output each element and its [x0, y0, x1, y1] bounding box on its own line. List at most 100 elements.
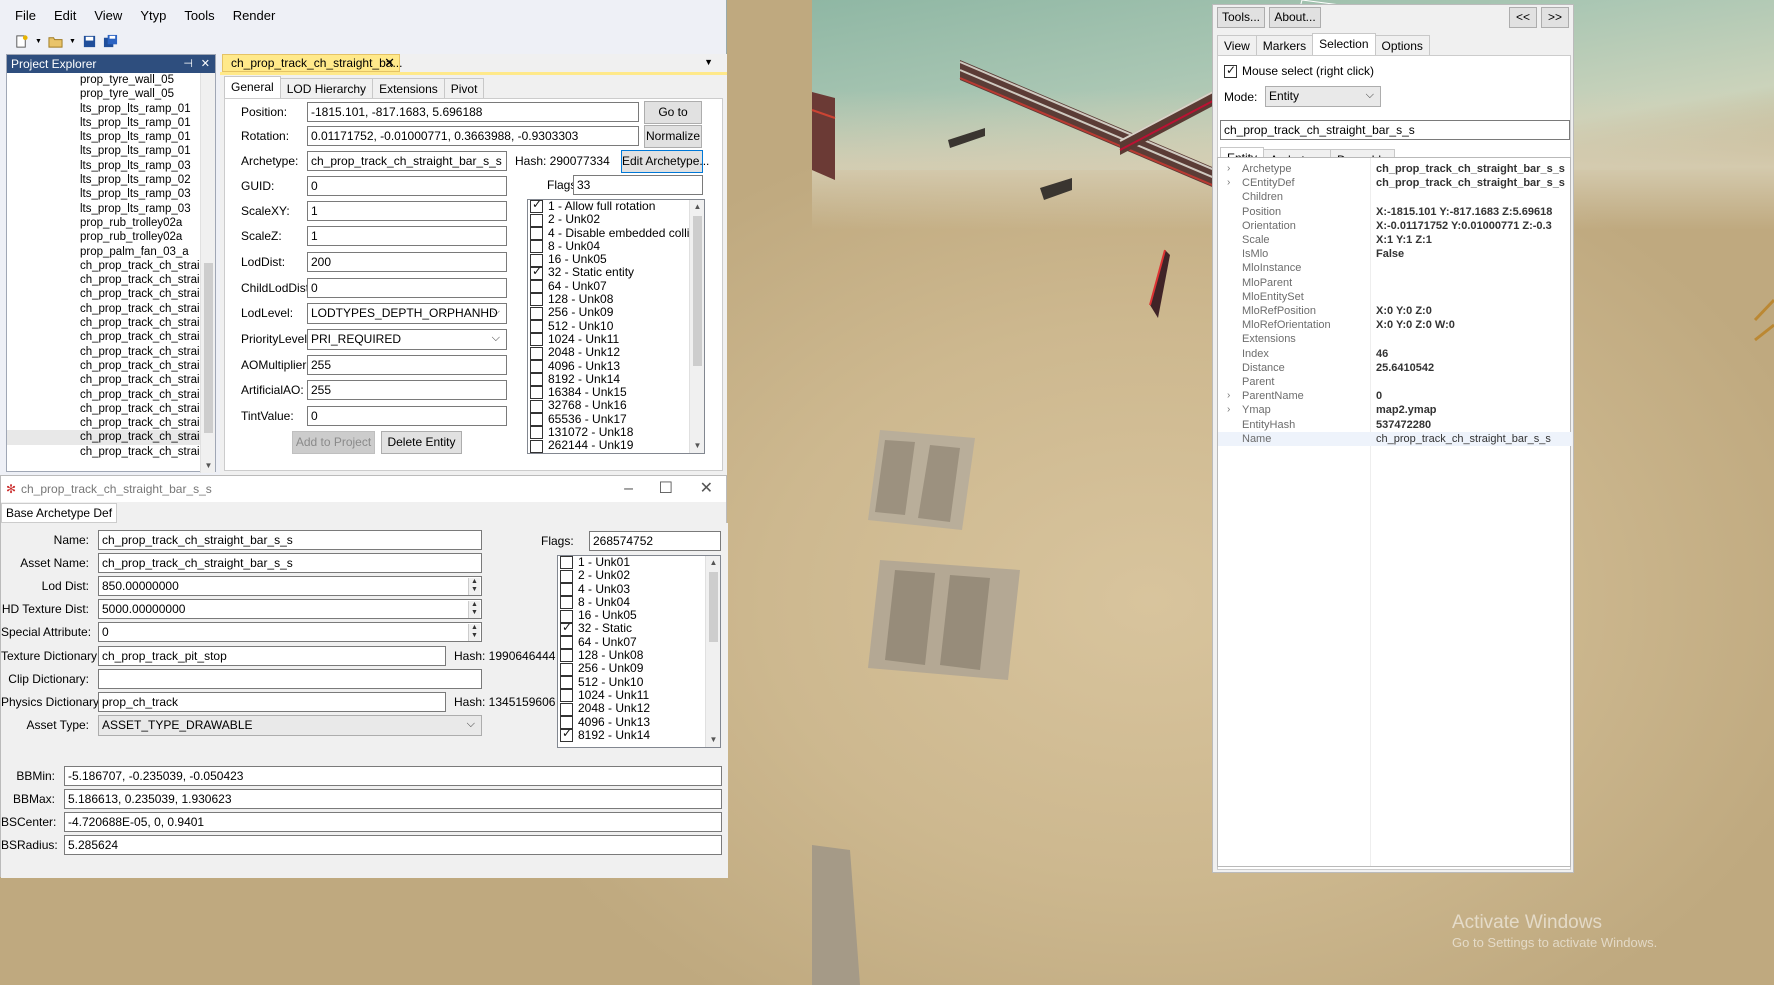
- archetype-input[interactable]: ch_prop_track_ch_straight_bar_s_s: [307, 151, 507, 171]
- tree-item[interactable]: ch_prop_track_ch_straight_l: [7, 316, 200, 330]
- flag-item[interactable]: 1024 - Unk11: [528, 332, 704, 347]
- pin-icon[interactable]: ⊣: [183, 55, 193, 73]
- checkbox-icon[interactable]: [530, 200, 543, 214]
- property-row[interactable]: MloRefOrientation X:0 Y:0 Z:0 W:0: [1218, 318, 1572, 332]
- flag-item[interactable]: 2048 - Unk12: [528, 346, 704, 360]
- tree-item[interactable]: ch_prop_track_ch_straight: [7, 388, 200, 402]
- tree-item[interactable]: ch_prop_track_ch_straight_l: [7, 416, 200, 430]
- project-tree-scrollbar[interactable]: ▼: [200, 73, 215, 473]
- property-row[interactable]: MloInstance: [1218, 261, 1572, 275]
- tree-item[interactable]: ch_prop_track_ch_straight_l: [7, 430, 200, 445]
- scroll-down-icon[interactable]: ▼: [201, 459, 216, 473]
- checkbox-icon[interactable]: [560, 649, 573, 663]
- tree-item[interactable]: ch_prop_track_ch_straight_l: [7, 302, 200, 316]
- flag-item[interactable]: 16384 - Unk15: [528, 386, 704, 400]
- archetype-flags-list[interactable]: 1 - Unk01 2 - Unk02 4 - Unk03 8 - Unk04 16 -…: [557, 555, 721, 748]
- tree-item[interactable]: prop_rub_trolley02a: [7, 216, 200, 230]
- property-row[interactable]: Children: [1218, 190, 1572, 204]
- flag-item[interactable]: 256 - Unk09: [528, 306, 704, 320]
- document-dropdown-icon[interactable]: ▼: [704, 57, 713, 67]
- project-tree[interactable]: prop_tyre_wall_05 prop_tyre_wall_05 lts_pr…: [7, 73, 200, 471]
- checkbox-icon[interactable]: [530, 346, 543, 360]
- flag-item[interactable]: 512 - Unk10: [528, 319, 704, 333]
- property-row[interactable]: › Ymap map2.ymap: [1218, 403, 1572, 417]
- property-row[interactable]: MloParent: [1218, 276, 1572, 290]
- flag-item[interactable]: 2048 - Unk12: [558, 702, 720, 716]
- position-input[interactable]: -1815.101, -817.1683, 5.696188: [307, 102, 639, 122]
- tab-general[interactable]: General: [224, 76, 281, 99]
- flag-item[interactable]: 1 - Unk01: [558, 556, 720, 570]
- checkbox-icon[interactable]: [530, 333, 543, 347]
- flag-item[interactable]: 65536 - Unk17: [528, 412, 704, 427]
- tree-item[interactable]: ch_prop_track_ch_straight_l: [7, 402, 200, 416]
- checkbox-icon[interactable]: [530, 386, 543, 400]
- texture-dictionary-input[interactable]: ch_prop_track_pit_stop: [98, 646, 446, 666]
- flag-item[interactable]: 2 - Unk02: [558, 569, 720, 583]
- save-icon[interactable]: [82, 34, 97, 49]
- flag-item[interactable]: 32 - Static: [558, 621, 720, 636]
- physics-dictionary-input[interactable]: prop_ch_track: [98, 692, 446, 712]
- checkbox-icon[interactable]: [560, 556, 573, 570]
- flag-item[interactable]: 262144 - Unk19: [528, 439, 704, 453]
- minimize-icon[interactable]: –: [624, 476, 633, 502]
- tree-item[interactable]: ch_prop_track_ch_straight_l: [7, 259, 200, 273]
- bsradius-input[interactable]: 5.285624: [64, 835, 722, 855]
- new-file-icon[interactable]: [14, 34, 29, 49]
- checkbox-icon[interactable]: [560, 662, 573, 676]
- new-dropdown-icon[interactable]: ▼: [35, 38, 42, 45]
- tree-item[interactable]: prop_rub_trolley02a: [7, 230, 200, 244]
- checkbox-icon[interactable]: [530, 373, 543, 387]
- scroll-down-icon[interactable]: ▼: [706, 733, 720, 747]
- open-folder-icon[interactable]: [48, 34, 63, 49]
- goto-button[interactable]: Go to: [644, 101, 702, 124]
- tab-selection[interactable]: Selection: [1312, 33, 1376, 56]
- property-row[interactable]: › Archetype ch_prop_track_ch_straight_bar_…: [1218, 162, 1572, 176]
- property-row[interactable]: Parent: [1218, 375, 1572, 389]
- collapse-panel-button[interactable]: <<: [1509, 7, 1537, 28]
- checkbox-icon[interactable]: [530, 399, 543, 413]
- property-row[interactable]: Index 46: [1218, 347, 1572, 361]
- checkbox-icon[interactable]: [560, 676, 573, 689]
- flag-item[interactable]: 2 - Unk02: [528, 213, 704, 227]
- checkbox-icon[interactable]: [560, 702, 573, 716]
- tree-item[interactable]: ch_prop_track_ch_straight_l: [7, 359, 200, 373]
- tree-item[interactable]: lts_prop_lts_ramp_03: [7, 202, 200, 216]
- tree-item[interactable]: ch_prop_track_ch_straight_l: [7, 287, 200, 301]
- artificialao-input[interactable]: 255: [307, 380, 507, 400]
- aomultiplier-input[interactable]: 255: [307, 355, 507, 375]
- close-tab-icon[interactable]: ✕: [384, 55, 395, 71]
- checkbox-icon[interactable]: [530, 306, 543, 320]
- property-row[interactable]: EntityHash 537472280: [1218, 418, 1572, 432]
- flag-item[interactable]: 8 - Unk04: [528, 239, 704, 254]
- delete-entity-button[interactable]: Delete Entity: [381, 431, 462, 454]
- bbmax-input[interactable]: 5.186613, 0.235039, 1.930623: [64, 789, 722, 809]
- menu-edit[interactable]: Edit: [45, 8, 85, 23]
- flag-item[interactable]: 16 - Unk05: [528, 253, 704, 267]
- property-row[interactable]: Scale X:1 Y:1 Z:1: [1218, 233, 1572, 247]
- flag-item[interactable]: 128 - Unk08: [558, 649, 720, 663]
- mouse-select-checkbox[interactable]: Mouse select (right click): [1224, 63, 1374, 79]
- checkbox-icon[interactable]: [530, 293, 543, 307]
- flag-item[interactable]: 131072 - Unk18: [528, 426, 704, 440]
- flag-item[interactable]: 4096 - Unk13: [558, 715, 720, 729]
- property-row[interactable]: IsMlo False: [1218, 247, 1572, 261]
- checkbox-icon[interactable]: [530, 439, 543, 453]
- document-tab[interactable]: ch_prop_track_ch_straight_ba... ✕: [222, 54, 402, 72]
- flag-item[interactable]: 1 - Allow full rotation: [528, 200, 704, 214]
- tree-item[interactable]: ch_prop_track_ch_straight_l: [7, 273, 200, 287]
- tree-item[interactable]: lts_prop_lts_ramp_01: [7, 116, 200, 130]
- checkbox-icon[interactable]: [560, 569, 573, 583]
- flag-item[interactable]: 512 - Unk10: [558, 675, 720, 689]
- about-button[interactable]: About...: [1269, 7, 1321, 28]
- property-row[interactable]: › ParentName 0: [1218, 389, 1572, 403]
- property-row[interactable]: › CEntityDef ch_prop_track_ch_straight_bar…: [1218, 176, 1572, 190]
- property-row[interactable]: Name ch_prop_track_ch_straight_bar_s_s: [1218, 431, 1572, 446]
- checkbox-icon[interactable]: [530, 413, 543, 427]
- flag-item[interactable]: 4096 - Unk13: [528, 359, 704, 373]
- menu-view[interactable]: View: [85, 8, 131, 23]
- scroll-down-icon[interactable]: ▼: [690, 439, 704, 453]
- edit-archetype-button[interactable]: Edit Archetype...: [621, 150, 709, 173]
- flag-item[interactable]: 4 - Unk03: [558, 582, 720, 596]
- tree-item[interactable]: prop_palm_fan_03_a: [7, 245, 200, 259]
- entity-flags-scrollbar[interactable]: ▲ ▼: [689, 200, 704, 453]
